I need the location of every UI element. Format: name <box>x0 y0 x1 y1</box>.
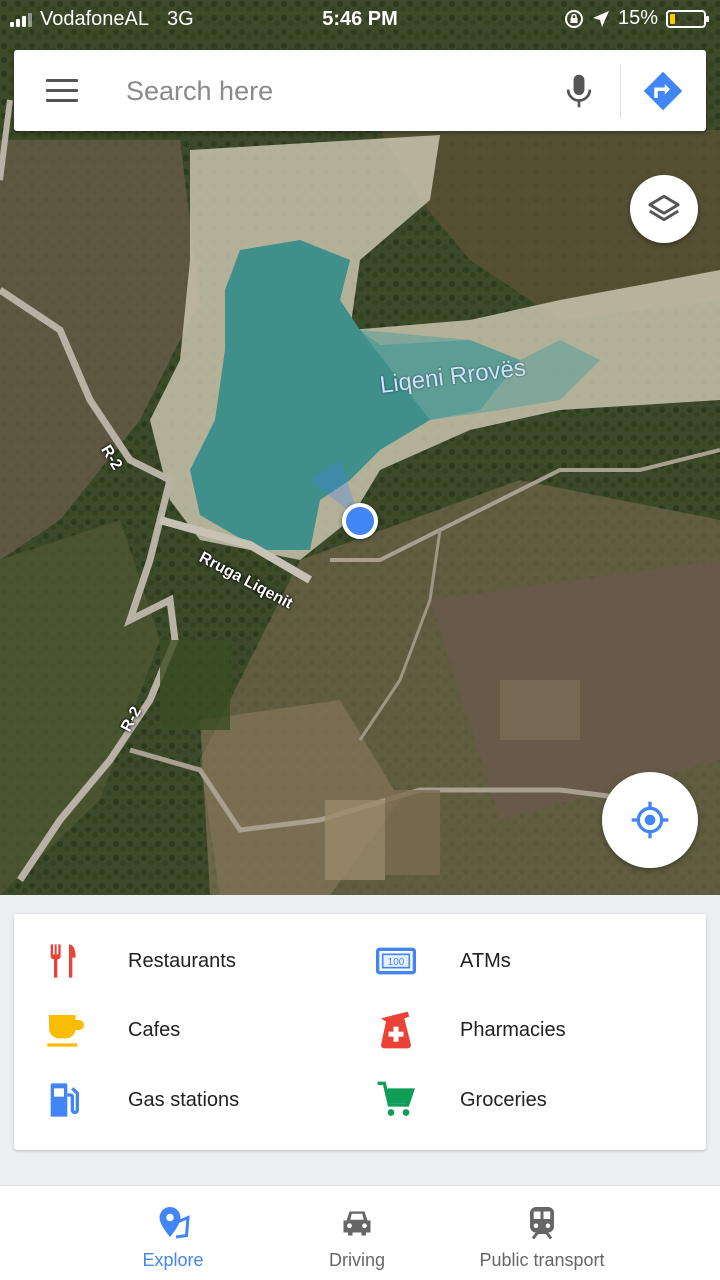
search-divider <box>620 64 621 118</box>
category-cafes[interactable]: Cafes <box>44 1005 344 1055</box>
category-atms[interactable]: 100 ATMs <box>376 936 676 986</box>
bottom-navigation: Explore Driving Public transport <box>0 1185 720 1280</box>
menu-icon[interactable] <box>46 79 78 103</box>
category-label: Cafes <box>128 1018 181 1041</box>
my-location-icon <box>631 801 669 839</box>
battery-percent: 15% <box>617 7 658 29</box>
search-input[interactable] <box>126 72 546 110</box>
category-label: Pharmacies <box>460 1018 566 1041</box>
tab-driving[interactable]: Driving <box>312 1186 402 1280</box>
battery-icon <box>666 9 709 28</box>
category-label: Groceries <box>460 1088 547 1111</box>
pharmacy-icon <box>381 1011 411 1049</box>
mic-icon[interactable] <box>562 72 596 110</box>
cafe-icon <box>47 1015 84 1047</box>
tab-explore[interactable]: Explore <box>128 1186 218 1280</box>
category-label: Restaurants <box>128 949 236 972</box>
category-label: Gas stations <box>128 1088 240 1111</box>
rotation-lock-icon <box>564 9 583 28</box>
svg-text:100: 100 <box>388 957 405 968</box>
my-location-button[interactable] <box>602 772 698 868</box>
satellite-map[interactable]: Liqeni Rrovës Rruga Liqenit R-2 R-2 <box>0 0 720 895</box>
search-bar <box>14 50 706 131</box>
restaurant-icon <box>50 944 76 978</box>
tab-public-transport[interactable]: Public transport <box>462 1186 622 1280</box>
category-pharmacies[interactable]: Pharmacies <box>376 1005 676 1055</box>
tab-label: Explore <box>142 1250 204 1270</box>
grocery-icon <box>377 1081 415 1116</box>
category-label: ATMs <box>460 949 511 972</box>
car-icon <box>343 1211 371 1236</box>
current-location-dot <box>342 503 378 539</box>
status-bar: VodafoneAL 3G 5:46 PM 15% <box>0 0 720 38</box>
tab-label: Public transport <box>479 1250 605 1270</box>
gas-station-icon <box>50 1083 79 1117</box>
layers-button[interactable] <box>630 175 698 243</box>
tab-label: Driving <box>328 1250 385 1270</box>
location-arrow-icon <box>592 10 609 27</box>
category-groceries[interactable]: Groceries <box>376 1075 676 1125</box>
category-restaurants[interactable]: Restaurants <box>44 936 344 986</box>
atm-icon: 100 <box>376 947 416 975</box>
explore-categories-card: Restaurants 100 ATMs Cafes Pharmacies Ga… <box>14 914 706 1150</box>
layers-icon <box>648 194 680 222</box>
explore-icon <box>159 1207 190 1239</box>
category-gas-stations[interactable]: Gas stations <box>44 1075 344 1125</box>
directions-icon[interactable] <box>642 70 684 112</box>
heading-beam <box>310 460 360 520</box>
train-icon <box>530 1207 554 1240</box>
